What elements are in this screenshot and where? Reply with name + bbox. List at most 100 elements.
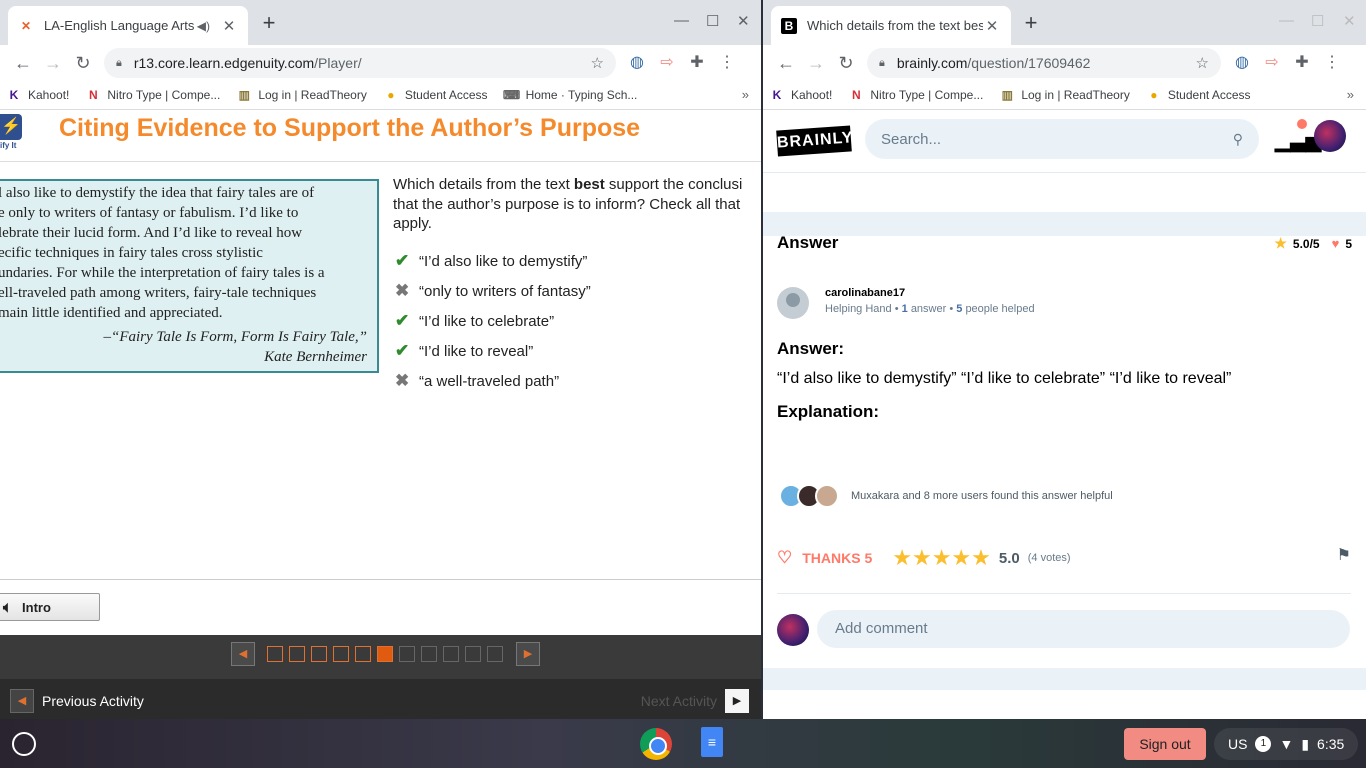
- url-path: /question/17609462: [967, 55, 1091, 71]
- docs-icon[interactable]: ≡: [701, 727, 723, 757]
- divider: [777, 593, 1351, 594]
- address-bar[interactable]: 🔒︎ r13.core.learn.edgenuity.com/Player/ …: [104, 48, 616, 78]
- progress-square[interactable]: [487, 646, 503, 662]
- avatar[interactable]: [1314, 120, 1346, 152]
- option-item[interactable]: ✖ “only to writers of fantasy”: [395, 276, 591, 306]
- forward-icon[interactable]: →: [801, 53, 831, 74]
- passage-citation: –“Fairy Tale Is Form, Form Is Fairy Tale…: [0, 327, 368, 367]
- bookmark-student-access[interactable]: ● Student Access: [1146, 87, 1250, 103]
- votes-count: (4 votes): [1027, 552, 1071, 564]
- user-helped-label: people helped: [965, 303, 1035, 315]
- reload-icon[interactable]: ↻: [831, 53, 861, 74]
- tab-close-icon[interactable]: ✕: [220, 17, 238, 35]
- bookmark-kahoot[interactable]: K Kahoot!: [769, 87, 833, 103]
- system-tray[interactable]: US 1 ▼ ▮ 6:35: [1214, 728, 1358, 760]
- progress-square[interactable]: [465, 646, 481, 662]
- extensions-puzzle-icon[interactable]: ✚: [1287, 52, 1317, 74]
- new-tab-button[interactable]: +: [1018, 10, 1044, 36]
- intro-button[interactable]: 🔈︎ Intro: [0, 593, 100, 621]
- typing-icon: ⌨: [502, 88, 521, 102]
- more-bookmarks-icon[interactable]: »: [742, 87, 749, 102]
- previous-activity-button[interactable]: ◀ Previous Activity: [10, 689, 144, 713]
- tab-brainly[interactable]: B Which details from the text best ✕: [771, 6, 1011, 45]
- extension-globe-icon[interactable]: ◍: [1227, 52, 1257, 74]
- extension-globe-icon[interactable]: ◍: [622, 52, 652, 74]
- address-bar[interactable]: 🔒︎ brainly.com/question/17609462 ☆: [867, 48, 1221, 78]
- tab-edgenuity[interactable]: ✕ LA-English Language Arts 1( ◀) ✕: [8, 6, 248, 45]
- citation-author: Kate Bernheimer: [264, 349, 367, 365]
- notification-badge: 1: [1255, 736, 1272, 752]
- star-icon: ★: [1274, 235, 1287, 251]
- bookmark-readtheory[interactable]: ▥ Log in | ReadTheory: [999, 87, 1130, 103]
- progress-square[interactable]: [333, 646, 349, 662]
- back-icon[interactable]: ←: [8, 53, 38, 74]
- progress-square[interactable]: [289, 646, 305, 662]
- bookmark-star-icon[interactable]: ☆: [1196, 54, 1209, 72]
- thanks-button[interactable]: ♡ THANKS 5: [777, 548, 872, 568]
- option-item[interactable]: ✔ “I’d like to reveal”: [395, 336, 591, 366]
- user-name[interactable]: carolinabane17: [825, 287, 905, 299]
- extensions-puzzle-icon[interactable]: ✚: [682, 52, 712, 74]
- bookmark-readtheory[interactable]: ▥ Log in | ReadTheory: [236, 87, 367, 103]
- close-window-icon[interactable]: ✕: [1343, 12, 1356, 30]
- search-input[interactable]: Search... ⚲: [865, 119, 1259, 159]
- avatar: [815, 484, 839, 508]
- close-window-icon[interactable]: ✕: [737, 12, 750, 30]
- check-icon: ✔: [395, 311, 410, 330]
- progress-square[interactable]: [443, 646, 459, 662]
- search-placeholder: Search...: [881, 130, 942, 148]
- star-rating[interactable]: ★★★★★: [892, 545, 991, 571]
- option-item[interactable]: ✔ “I’d like to celebrate”: [395, 306, 591, 336]
- extension-arrow-icon[interactable]: ⇨: [652, 52, 682, 74]
- progress-square[interactable]: [355, 646, 371, 662]
- prev-frame-button[interactable]: ◀: [231, 642, 255, 666]
- progress-square[interactable]: [311, 646, 327, 662]
- search-icon[interactable]: ⚲: [1233, 131, 1243, 148]
- bookmark-typing[interactable]: ⌨ Home · Typing Sch...: [502, 87, 637, 103]
- bookmark-kahoot[interactable]: K Kahoot!: [6, 87, 70, 103]
- tab-close-icon[interactable]: ✕: [983, 17, 1001, 35]
- edgenuity-favicon: ✕: [20, 18, 32, 33]
- maximize-icon[interactable]: ☐: [1311, 12, 1324, 30]
- user-answers-count: 1: [901, 303, 908, 315]
- comment-input[interactable]: Add comment: [817, 610, 1350, 648]
- menu-icon[interactable]: ⋮: [1317, 52, 1347, 74]
- bookmark-nitrotype[interactable]: N Nitro Type | Compe...: [848, 87, 983, 103]
- minimize-icon[interactable]: —: [1279, 12, 1294, 29]
- bookmark-star-icon[interactable]: ☆: [591, 54, 604, 72]
- chrome-icon[interactable]: [640, 728, 672, 760]
- lock-icon: 🔒︎: [116, 56, 122, 69]
- option-item[interactable]: ✔ “I’d also like to demystify”: [395, 246, 591, 276]
- brainly-logo[interactable]: BRAINLY: [776, 125, 854, 157]
- divider: [0, 579, 761, 580]
- maximize-icon[interactable]: ☐: [706, 12, 719, 30]
- sign-out-button[interactable]: Sign out: [1124, 728, 1206, 760]
- new-tab-button[interactable]: +: [256, 10, 282, 36]
- tab-strip: ✕ LA-English Language Arts 1( ◀) ✕ + — ☐…: [0, 0, 761, 45]
- user-avatar[interactable]: [777, 287, 809, 319]
- menu-icon[interactable]: ⋮: [712, 52, 742, 74]
- next-frame-button[interactable]: ▶: [516, 642, 540, 666]
- extension-arrow-icon[interactable]: ⇨: [1257, 52, 1287, 74]
- bookmark-student-access[interactable]: ● Student Access: [383, 87, 487, 103]
- user-answers-label: answer: [910, 303, 947, 315]
- progress-square[interactable]: [377, 646, 393, 662]
- activity-navbar: ◀ ▶ ◀ Previous Activity Next Activity ▶: [0, 635, 761, 719]
- answer-heading: Answer: [777, 233, 839, 252]
- option-label: “a well-traveled path”: [419, 372, 560, 390]
- flag-icon[interactable]: ⚑: [1337, 545, 1351, 565]
- reload-icon[interactable]: ↻: [68, 53, 98, 74]
- minimize-icon[interactable]: —: [674, 12, 689, 29]
- back-icon[interactable]: ←: [771, 53, 801, 74]
- progress-square[interactable]: [421, 646, 437, 662]
- forward-icon[interactable]: →: [38, 53, 68, 74]
- progress-square[interactable]: [267, 646, 283, 662]
- option-item[interactable]: ✖ “a well-traveled path”: [395, 366, 591, 396]
- more-bookmarks-icon[interactable]: »: [1347, 87, 1354, 102]
- launcher-icon[interactable]: [12, 732, 36, 756]
- progress-square[interactable]: [399, 646, 415, 662]
- next-activity-button[interactable]: Next Activity ▶: [641, 689, 749, 713]
- bookmark-nitrotype[interactable]: N Nitro Type | Compe...: [85, 87, 220, 103]
- brainly-window: B Which details from the text best ✕ + —…: [763, 0, 1366, 719]
- nitrotype-icon: N: [852, 88, 861, 102]
